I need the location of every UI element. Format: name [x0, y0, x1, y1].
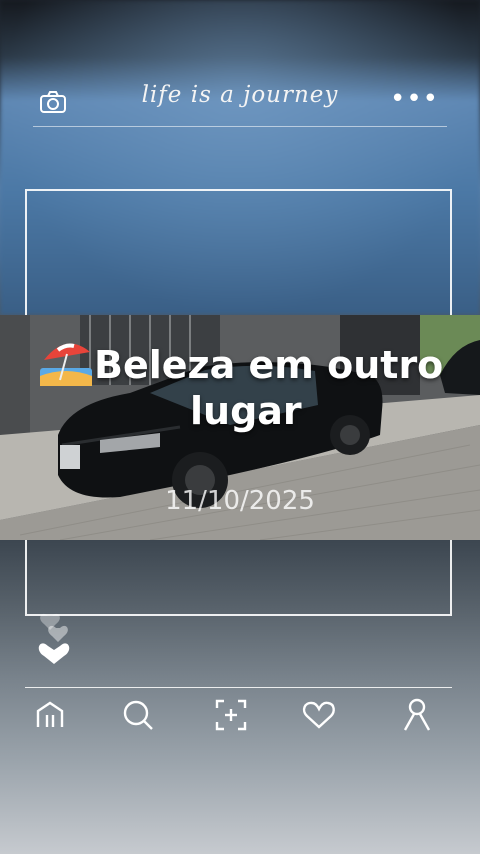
- nav-home[interactable]: [33, 697, 67, 733]
- caption-line-2: lugar: [190, 389, 302, 433]
- nav-divider: [25, 687, 452, 688]
- nav-add[interactable]: [214, 697, 248, 733]
- caption-line-1: Beleza em outro: [94, 343, 444, 387]
- nav-profile[interactable]: [400, 697, 434, 733]
- floating-hearts-icon: [38, 613, 70, 664]
- more-dots-icon[interactable]: •••: [390, 86, 439, 112]
- top-bar: life is a journey •••: [33, 80, 447, 127]
- heart-icon: [302, 701, 335, 729]
- search-icon: [123, 700, 153, 730]
- beach-umbrella-icon: [40, 343, 92, 386]
- post-date: 11/10/2025: [165, 486, 315, 516]
- profile-icon: [403, 698, 431, 731]
- add-photo-icon: [215, 699, 247, 731]
- post-caption: Beleza em outro lugar: [38, 338, 458, 434]
- app-title: life is a journey: [141, 82, 339, 108]
- home-icon: [36, 701, 64, 727]
- nav-search[interactable]: [121, 697, 155, 733]
- nav-likes[interactable]: [302, 697, 336, 733]
